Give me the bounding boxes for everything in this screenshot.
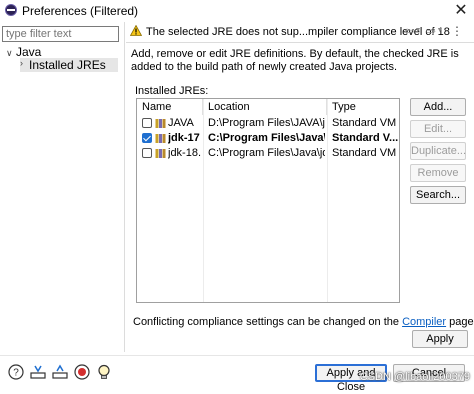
compliance-note-prefix: Conflicting compliance settings can be c… xyxy=(133,316,403,328)
compliance-note: Conflicting compliance settings can be c… xyxy=(133,316,474,328)
page-description: Add, remove or edit JRE definitions. By … xyxy=(131,48,459,73)
tips-icon[interactable] xyxy=(96,364,112,380)
close-icon[interactable]: ✕ xyxy=(452,2,470,20)
jre-location: D:\Program Files\JAVA\jre xyxy=(208,117,325,129)
table-row[interactable]: JAVA D:\Program Files\JAVA\jre Standard … xyxy=(137,116,399,131)
jre-checkbox[interactable] xyxy=(142,118,152,128)
title-bar: Preferences (Filtered) ✕ xyxy=(0,0,474,22)
header-separator xyxy=(126,42,474,43)
table-row[interactable]: jdk-18.... C:\Program Files\Java\jdk-...… xyxy=(137,146,399,161)
warning-icon xyxy=(130,25,142,36)
jre-library-icon xyxy=(155,134,166,143)
pane-divider[interactable] xyxy=(124,22,125,352)
jre-type: Standard VM xyxy=(332,117,397,129)
chevron-down-icon[interactable]: ∨ xyxy=(6,48,16,59)
add-button[interactable]: Add... xyxy=(410,98,466,116)
chevron-right-icon: › xyxy=(20,58,23,68)
search-button[interactable]: Search... xyxy=(410,186,466,204)
remove-button[interactable]: Remove xyxy=(410,164,466,182)
column-header-name[interactable]: Name xyxy=(137,99,203,115)
watermark: CSDN @libaoli200379 xyxy=(359,371,470,383)
forward-dropdown-icon[interactable]: ▼ xyxy=(436,24,444,38)
jre-location: C:\Program Files\Java\jd... xyxy=(208,132,325,144)
filter-input[interactable] xyxy=(2,26,119,42)
jre-checkbox[interactable] xyxy=(142,133,152,143)
jre-name: jdk-18.... xyxy=(168,147,202,159)
record-icon[interactable] xyxy=(74,364,90,380)
jre-type: Standard VM xyxy=(332,147,397,159)
footer-separator xyxy=(0,355,474,356)
compiler-link[interactable]: Compiler xyxy=(402,316,446,328)
window-title: Preferences (Filtered) xyxy=(22,4,139,18)
jre-table[interactable]: Name Location Type JAVA D:\Program Files… xyxy=(136,98,400,303)
view-menu-icon[interactable]: ⋮ xyxy=(450,24,464,38)
apply-button[interactable]: Apply xyxy=(412,330,468,348)
jre-location: C:\Program Files\Java\jdk-... xyxy=(208,147,325,159)
help-icon[interactable]: ? xyxy=(8,364,24,380)
jre-library-icon xyxy=(155,149,166,158)
jre-type: Standard V... xyxy=(332,132,398,144)
svg-text:?: ? xyxy=(13,368,19,379)
jre-library-icon xyxy=(155,119,166,128)
column-header-location[interactable]: Location xyxy=(203,99,327,115)
tree-item-label: Java xyxy=(16,45,42,59)
jre-name: jdk-17 ... xyxy=(168,132,202,144)
edit-button[interactable]: Edit... xyxy=(410,120,466,138)
eclipse-logo-icon xyxy=(5,4,17,16)
back-dropdown-icon[interactable]: ▼ xyxy=(414,24,422,38)
installed-jres-label: Installed JREs: xyxy=(135,85,209,97)
column-header-type[interactable]: Type xyxy=(327,99,399,115)
jre-name: JAVA xyxy=(168,117,194,129)
tree-item-java[interactable]: ∨ Java xyxy=(6,45,41,59)
tree-item-label: Installed JREs xyxy=(29,58,106,72)
tree-item-installed-jres[interactable]: › Installed JREs xyxy=(20,58,118,72)
jre-checkbox[interactable] xyxy=(142,148,152,158)
duplicate-button[interactable]: Duplicate... xyxy=(410,142,466,160)
compliance-note-suffix: page. xyxy=(446,316,474,328)
import-icon[interactable] xyxy=(30,364,46,380)
table-row[interactable]: jdk-17 ... C:\Program Files\Java\jd... S… xyxy=(137,131,399,146)
export-icon[interactable] xyxy=(52,364,68,380)
